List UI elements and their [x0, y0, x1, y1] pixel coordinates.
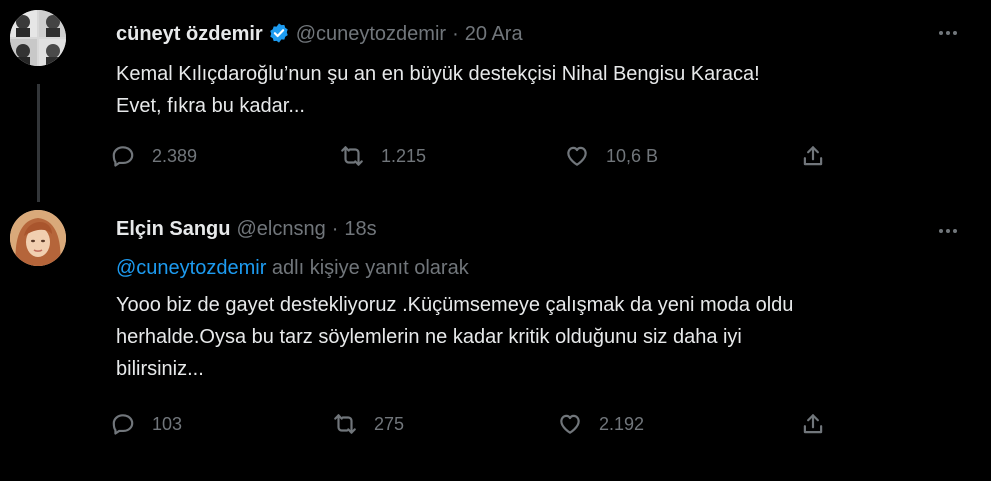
author-handle[interactable]: @cuneytozdemir — [296, 23, 446, 46]
reply-button[interactable]: 2.389 — [110, 143, 197, 169]
tweet-text: Yooo biz de gayet destekliyoruz .Küçümse… — [116, 289, 936, 385]
tweet-header: cüneyt özdemir @cuneytozdemir · 20 Ara — [116, 18, 523, 46]
tweet-text-line: Evet, fıkra bu kadar... — [116, 95, 305, 117]
like-button[interactable]: 2.192 — [557, 411, 644, 437]
share-button[interactable] — [800, 143, 826, 169]
reply-to-text: adlı kişiye yanıt olarak — [266, 257, 469, 279]
retweet-icon — [341, 146, 363, 166]
author-name[interactable]: Elçin Sangu — [116, 218, 230, 241]
avatar-photo-image — [10, 210, 66, 266]
verified-badge-icon — [268, 22, 290, 44]
more-dot — [939, 31, 943, 35]
reply-icon — [112, 146, 134, 167]
retweet-button[interactable]: 275 — [332, 411, 404, 437]
tweet-timestamp[interactable]: 20 Ara — [465, 23, 523, 46]
like-count: 10,6 B — [606, 145, 659, 166]
retweet-icon — [334, 414, 356, 434]
tweet-header: Elçin Sangu @elcnsng · 18s — [116, 218, 377, 241]
tweet-text-line: Yooo biz de gayet destekliyoruz .Küçümse… — [116, 294, 794, 316]
tweet-text-line: Kemal Kılıçdaroğlu’nun şu an en büyük de… — [116, 63, 760, 85]
reply-icon — [112, 414, 134, 435]
avatar-collage-image — [10, 10, 66, 66]
retweet-button[interactable]: 1.215 — [339, 143, 426, 169]
avatar[interactable] — [10, 210, 66, 266]
more-dot — [953, 31, 957, 35]
tweet-timestamp[interactable]: 18s — [344, 218, 376, 241]
share-icon — [803, 146, 823, 166]
author-name[interactable]: cüneyt özdemir — [116, 23, 263, 46]
heart-icon — [560, 414, 580, 434]
like-count: 2.192 — [599, 413, 645, 434]
reply-count: 103 — [152, 413, 183, 434]
share-icon — [803, 414, 823, 434]
tweet-actions: 2.389 1.215 10,6 B — [110, 143, 830, 173]
reply-to-handle-link[interactable]: @cuneytozdemir — [116, 257, 266, 279]
more-dot — [953, 229, 957, 233]
tweet-text-line: bilirsiniz... — [116, 358, 204, 380]
avatar[interactable] — [10, 10, 66, 66]
author-handle[interactable]: @elcnsng — [236, 218, 325, 241]
more-options-button[interactable] — [935, 23, 961, 43]
retweet-count: 275 — [374, 413, 405, 434]
heart-icon — [567, 146, 587, 166]
thread-connector-line — [37, 84, 40, 202]
tweet-actions: 103 275 2.192 — [110, 411, 830, 441]
tweet-text-line: herhalde.Oysa bu tarz söylemlerin ne kad… — [116, 326, 742, 348]
reply-count: 2.389 — [152, 145, 198, 166]
retweet-count: 1.215 — [381, 145, 427, 166]
tweet-text: Kemal Kılıçdaroğlu’nun şu an en büyük de… — [116, 58, 936, 122]
reply-context: @cuneytozdemir adlı kişiye yanıt olarak — [116, 257, 469, 280]
separator-dot: · — [452, 23, 459, 45]
reply-button[interactable]: 103 — [110, 411, 182, 437]
more-options-button[interactable] — [935, 221, 961, 241]
share-button[interactable] — [800, 411, 826, 437]
separator-dot: · — [331, 218, 339, 240]
more-dot — [946, 229, 950, 233]
like-button[interactable]: 10,6 B — [564, 143, 658, 169]
more-dot — [939, 229, 943, 233]
more-dot — [946, 31, 950, 35]
